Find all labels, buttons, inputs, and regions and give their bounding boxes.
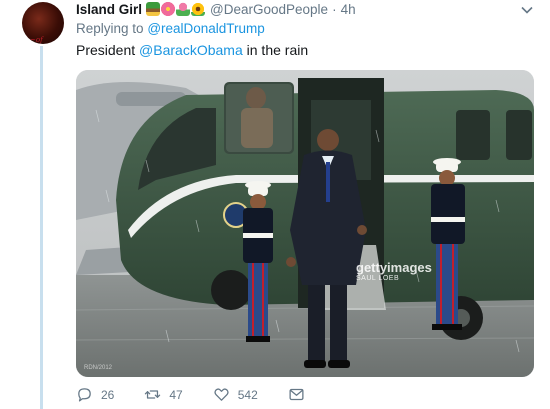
heart-icon [214,388,229,401]
action-bar: 26 47 542 [76,386,343,403]
handle[interactable]: @DearGoodPeople [210,2,328,17]
avatar-caption: ~of Chaplain~ [30,36,43,44]
timestamp[interactable]: 4h [341,2,356,17]
retweet-count: 47 [169,387,183,402]
tweet-text: President @BarackObama in the rain [76,42,308,58]
palm-tree-emoji [146,2,161,16]
tweet[interactable]: ~of Chaplain~ Island Girl @DearGoodPeopl… [0,0,550,409]
text-after: in the rain [246,42,309,58]
chevron-down-icon[interactable] [521,4,533,16]
reply-count: 26 [101,387,115,402]
tweet-header: Island Girl @DearGoodPeople · 4h [76,0,526,18]
separator: · [332,1,337,17]
hibiscus-emoji [161,2,176,16]
replying-prefix: Replying to [76,21,144,36]
replying-to: Replying to @realDonaldTrump [76,21,265,36]
replying-to-link[interactable]: @realDonaldTrump [147,21,265,36]
reply-icon [78,388,91,402]
like-count: 542 [237,387,258,402]
watermark-credit: SAUL LOEB [356,275,400,282]
tweet-photo[interactable]: gettyimages SAUL LOEB RDN/2012 [76,70,534,377]
reply-button[interactable]: 26 [76,386,114,403]
display-name[interactable]: Island Girl [76,2,142,17]
like-button[interactable]: 542 [213,386,258,403]
retweet-button[interactable]: 47 [144,386,183,403]
retweet-icon [145,390,161,399]
tulip-emoji [176,2,191,16]
dm-button[interactable] [288,386,313,403]
getty-watermark: gettyimages SAUL LOEB [356,260,432,282]
text-before: President [76,42,136,58]
mention-link[interactable]: @BarackObama [139,42,243,58]
thread-line [40,46,43,409]
photo-canvas [76,70,534,377]
name-emojis [146,2,206,16]
watermark-brand: gettyimages [356,260,432,275]
avatar[interactable]: ~of Chaplain~ [22,2,64,44]
sunflower-emoji [191,2,206,16]
corner-mark: RDN/2012 [84,365,113,371]
envelope-icon [289,388,304,401]
